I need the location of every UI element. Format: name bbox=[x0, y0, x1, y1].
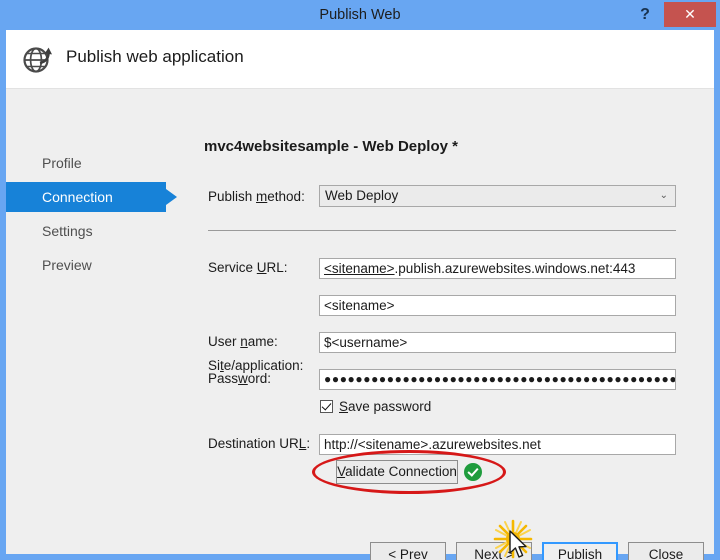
user-name-input[interactable]: $<username> bbox=[319, 332, 676, 353]
label-part: Pass bbox=[208, 371, 239, 386]
window-body: Publish web application Profile Connecti… bbox=[6, 30, 714, 560]
title-bar: Publish Web ? ✕ bbox=[0, 0, 720, 30]
sidebar-item-settings[interactable]: Settings bbox=[6, 216, 166, 246]
label-accel: n bbox=[240, 334, 248, 349]
label-part: ave password bbox=[348, 399, 432, 414]
password-label: Password: bbox=[208, 371, 271, 386]
password-input[interactable]: ●●●●●●●●●●●●●●●●●●●●●●●●●●●●●●●●●●●●●●●●… bbox=[319, 369, 676, 390]
validate-connection-button[interactable]: Validate Connection bbox=[336, 460, 458, 484]
label-part: ethod: bbox=[267, 189, 305, 204]
prev-button[interactable]: < Prev bbox=[370, 542, 446, 560]
label-part: t > bbox=[498, 547, 514, 560]
label-part: Cl bbox=[648, 547, 662, 560]
publish-button[interactable]: Publish bbox=[542, 542, 618, 560]
label-part: ame: bbox=[247, 334, 278, 349]
next-button[interactable]: Next > bbox=[456, 542, 532, 560]
label-accel: w bbox=[238, 371, 248, 386]
sidebar-item-label: Connection bbox=[42, 189, 113, 205]
label-part: Service bbox=[208, 260, 257, 275]
destination-url-label: Destination URL: bbox=[208, 436, 310, 451]
checkbox-checked-icon[interactable] bbox=[320, 400, 333, 413]
publish-method-value: Web Deploy bbox=[325, 188, 399, 203]
help-button[interactable]: ? bbox=[632, 2, 658, 27]
label-part: ord: bbox=[247, 371, 272, 386]
service-url-value-sitename: <sitename> bbox=[324, 261, 395, 276]
label-part: alidate Connection bbox=[345, 464, 457, 479]
service-url-value-rest: .publish.azurewebsites.windows.net:443 bbox=[394, 261, 636, 276]
save-password-label: Save password bbox=[339, 399, 431, 414]
dialog-header-title: Publish web application bbox=[66, 47, 244, 66]
site-application-input[interactable]: <sitename> bbox=[319, 295, 676, 316]
publish-method-dropdown[interactable]: Web Deploy ⌄ bbox=[319, 185, 676, 207]
sidebar-item-connection[interactable]: Connection bbox=[6, 182, 177, 212]
service-url-label: Service URL: bbox=[208, 260, 288, 275]
service-url-input[interactable]: <sitename>.publish.azurewebsites.windows… bbox=[319, 258, 676, 279]
sidebar-item-label: Settings bbox=[42, 223, 93, 239]
label-part: Ne bbox=[474, 547, 492, 560]
label-part: blish bbox=[574, 547, 603, 560]
label-accel: S bbox=[339, 399, 349, 414]
label-accel: V bbox=[337, 464, 346, 479]
save-password-checkbox[interactable]: Save password bbox=[320, 399, 431, 417]
close-window-button[interactable]: ✕ bbox=[664, 2, 716, 27]
destination-url-input[interactable]: http://<sitename>.azurewebsites.net bbox=[319, 434, 676, 455]
close-button[interactable]: Close bbox=[628, 542, 704, 560]
globe-publish-icon bbox=[20, 41, 56, 77]
sidebar: Profile Connection Settings Preview bbox=[6, 88, 177, 554]
label-part: < P bbox=[388, 547, 409, 560]
publish-method-label: Publish method: bbox=[208, 189, 305, 204]
label-accel: o bbox=[661, 547, 669, 560]
publish-web-dialog: Publish Web ? ✕ Publish web application bbox=[0, 0, 720, 560]
label-part: RL: bbox=[266, 260, 288, 275]
label-part: : bbox=[306, 436, 311, 451]
label-part: User bbox=[208, 334, 241, 349]
label-accel: U bbox=[256, 260, 267, 275]
main-panel: mvc4websitesample - Web Deploy * Publish… bbox=[172, 88, 714, 554]
sidebar-item-profile[interactable]: Profile bbox=[6, 148, 166, 178]
dialog-header: Publish web application bbox=[6, 30, 714, 89]
page-title: mvc4websitesample - Web Deploy * bbox=[204, 138, 458, 155]
check-circle-icon bbox=[464, 463, 482, 481]
label-part: Destination UR bbox=[208, 436, 299, 451]
window-title: Publish Web bbox=[319, 7, 401, 23]
label-accel: m bbox=[256, 189, 268, 204]
label-part: P bbox=[557, 547, 567, 560]
section-divider bbox=[208, 230, 676, 231]
chevron-down-icon: ⌄ bbox=[659, 190, 668, 201]
sidebar-item-label: Preview bbox=[42, 257, 92, 273]
label-part: ev bbox=[413, 547, 428, 560]
label-part: se bbox=[669, 547, 684, 560]
sidebar-item-preview[interactable]: Preview bbox=[6, 250, 166, 280]
sidebar-item-label: Profile bbox=[42, 155, 82, 171]
user-name-label: User name: bbox=[208, 334, 278, 349]
label-part: Publish bbox=[208, 189, 257, 204]
